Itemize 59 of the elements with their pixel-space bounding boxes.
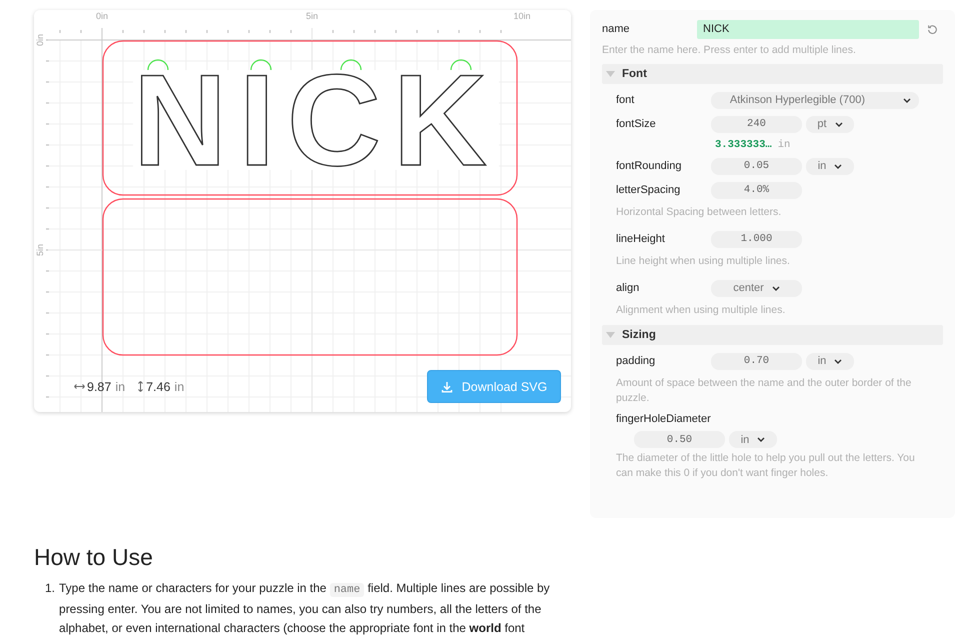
ruler-label: 5in (306, 11, 318, 21)
section-title: Font (622, 68, 647, 80)
field-label: fingerHoleDiameter (616, 413, 711, 425)
width-arrow-icon (74, 383, 85, 390)
section-header[interactable]: Sizing (602, 325, 943, 345)
unit-select[interactable]: in (806, 158, 854, 174)
ruler-label: 10in (514, 11, 530, 21)
dimension-unit: in (115, 380, 126, 394)
field-label: lineHeight (616, 233, 666, 245)
disclosure-triangle-icon (606, 331, 615, 339)
field-label: name (602, 23, 631, 35)
field-label: font (616, 94, 636, 106)
field-label: fontRounding (616, 160, 682, 172)
chevron-icon (903, 98, 911, 102)
field-label: fontSize (616, 118, 657, 130)
field-hint: The diameter of the little hole to help you pull out the letters. You can make this 0 if you don't want finger holes. (615, 451, 916, 481)
disclosure-triangle-icon (606, 70, 615, 78)
font-select[interactable]: Atkinson Hyperlegible (700) (711, 92, 919, 108)
number-input[interactable]: 0.50 (634, 431, 725, 448)
field-label: align (616, 282, 640, 294)
step-text: Type the name or characters for your puzzle in the name field. Multiple lines are possible by pressing enter. You are not limited to names, you can also try numbers, all the letters of the alphabet, or even international characters (choose the appropriate font in the world font (59, 580, 551, 637)
field-label: letterSpacing (616, 184, 682, 196)
field-hint: Alignment when using multiple lines. (615, 303, 786, 318)
field-hint: Amount of space between the name and the outer border of the puzzle. (615, 376, 912, 406)
section-header[interactable]: Font (602, 64, 943, 84)
select-field[interactable]: center (711, 280, 802, 296)
dimension-unit: in (174, 380, 184, 394)
chevron-icon (757, 437, 766, 442)
height-arrow-icon (137, 381, 144, 392)
number-input[interactable]: 4.0% (711, 182, 802, 198)
step-number: 1. (45, 580, 56, 597)
ruler-label: 0in (96, 11, 108, 21)
chevron-icon (772, 286, 780, 290)
chevron-icon (834, 164, 842, 168)
unit-select[interactable]: in (806, 352, 854, 370)
number-input[interactable]: 0.05 (711, 158, 802, 174)
converted-unit: in (778, 139, 790, 151)
field-hint: Line height when using multiple lines. (615, 254, 791, 269)
section-heading: How to Use (34, 544, 154, 571)
unit-select[interactable]: pt (806, 116, 854, 132)
chevron-icon (834, 122, 843, 126)
field-label: padding (616, 355, 656, 367)
name-input[interactable]: NICK (697, 20, 919, 38)
ruler-label: 0in (35, 34, 45, 46)
reset-icon[interactable] (927, 24, 938, 34)
number-input[interactable]: 0.70 (711, 352, 802, 370)
field-hint: Enter the name here. Press enter to add multiple lines. (602, 43, 857, 58)
section-title: Sizing (622, 329, 656, 341)
dimension-value: 7.46 (146, 380, 170, 394)
unit-select[interactable]: in (729, 431, 777, 448)
field-hint: Horizontal Spacing between letters. (615, 205, 782, 220)
number-input[interactable]: 240 (711, 116, 802, 132)
converted-value: 3.333333… (715, 139, 772, 151)
chevron-icon (834, 358, 842, 364)
dimension-value: 9.87 (87, 380, 112, 394)
download-icon (440, 380, 453, 392)
letter-outlines: NICK (133, 70, 499, 170)
ruler-label: 5in (35, 244, 45, 256)
number-input[interactable]: 1.000 (711, 230, 802, 248)
